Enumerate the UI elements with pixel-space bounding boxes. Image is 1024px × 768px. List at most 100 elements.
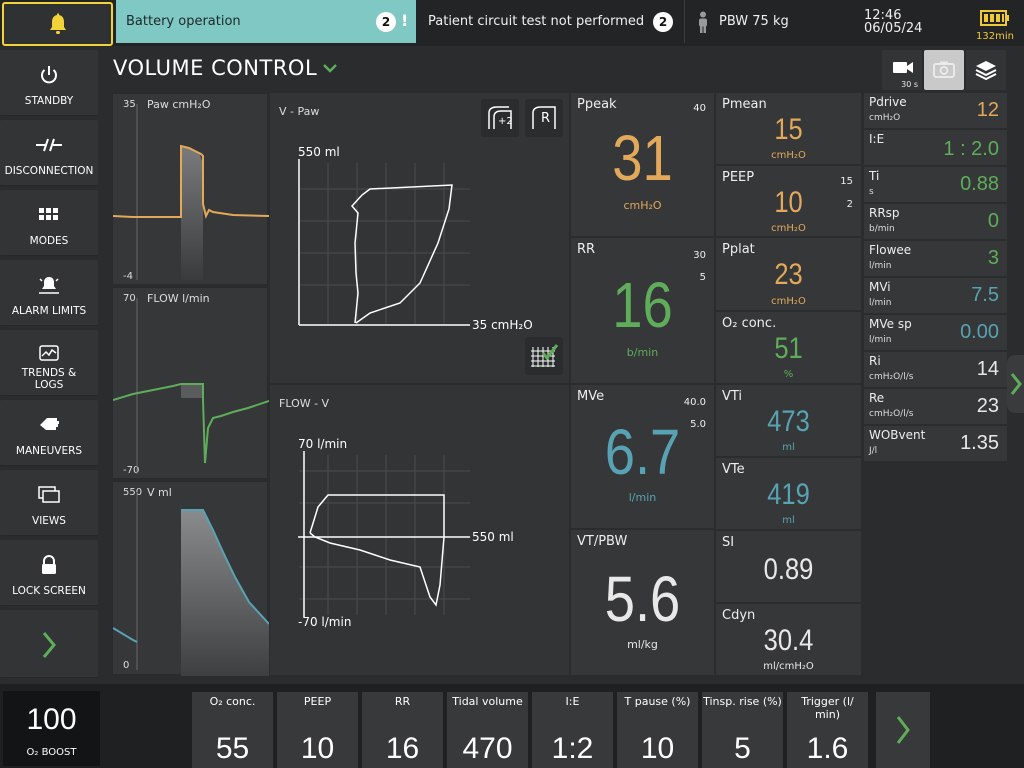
setting-peep[interactable]: PEEP 10 xyxy=(277,692,358,768)
setting-label: Trigger (l/ min) xyxy=(801,695,854,721)
setting-value: 16 xyxy=(385,732,420,765)
mve-tile[interactable]: MVe 40.0 5.0 6.7 l/min xyxy=(571,385,714,528)
pmean-tile[interactable]: Pmean 15 cmH₂O xyxy=(716,93,861,164)
small-tile-unit: l/min xyxy=(869,261,892,271)
alarm-silence-button[interactable] xyxy=(2,2,113,46)
grid-icon xyxy=(39,208,58,220)
o2-boost-button[interactable]: 100 O₂ BOOST xyxy=(3,691,100,766)
small-tile-ti[interactable]: Ti s 0.88 xyxy=(864,167,1007,202)
setting-tinsp-rise[interactable]: Tinsp. rise (%) 5 xyxy=(702,692,783,768)
small-tile-ri[interactable]: Ri cmH₂O/l/s 14 xyxy=(864,352,1007,387)
maneuvers-button[interactable]: MANEUVERS xyxy=(0,400,98,466)
volume-waveform[interactable]: 550 V ml 0 xyxy=(112,481,269,676)
right-panel-expand-button[interactable] xyxy=(1007,355,1024,413)
small-tile-value: 0 xyxy=(987,210,999,232)
paw-trace xyxy=(113,104,269,280)
logs-label: LOGS xyxy=(34,379,64,391)
small-tile-name: Ti xyxy=(869,169,880,183)
modes-button[interactable]: MODES xyxy=(0,190,98,256)
vti-name: VTi xyxy=(722,389,743,404)
setting-ie[interactable]: I:E 1:2 xyxy=(532,692,613,768)
small-tile-value: 0.88 xyxy=(960,173,999,195)
small-tile-flowee[interactable]: Flowee l/min 3 xyxy=(864,241,1007,276)
vti-unit: ml xyxy=(782,442,795,453)
disconnection-button[interactable]: DISCONNECTION xyxy=(0,120,98,186)
small-tile-unit: J/l xyxy=(869,446,878,456)
nav-more-button[interactable] xyxy=(0,610,98,678)
vte-value: 419 xyxy=(767,478,810,511)
trends-icon xyxy=(39,345,59,361)
lock-icon xyxy=(42,555,56,574)
setting-rr[interactable]: RR 16 xyxy=(362,692,443,768)
mve-value: 6.7 xyxy=(604,416,681,488)
setting-o2-conc[interactable]: O₂ conc. 55 xyxy=(192,692,273,768)
small-tile-mve-sp[interactable]: MVe sp l/min 0.00 xyxy=(864,315,1007,350)
snapshot-button[interactable] xyxy=(924,50,964,90)
lock-screen-label: LOCK SCREEN xyxy=(12,585,86,597)
alarm-limits-button[interactable]: ALARM LIMITS xyxy=(0,260,98,326)
vtpbw-value: 5.6 xyxy=(604,563,681,635)
mode-title[interactable]: VOLUME CONTROL xyxy=(113,56,317,80)
clock: 12:46 06/05/24 xyxy=(864,9,954,35)
paw-waveform[interactable]: 35 Paw cmH₂O -4 xyxy=(112,93,269,285)
trends-logs-button[interactable]: TRENDS & LOGS xyxy=(0,330,98,396)
peep-tile[interactable]: PEEP 15 2 10 cmH₂O xyxy=(716,166,861,236)
pplat-tile[interactable]: Pplat 23 cmH₂O xyxy=(716,238,861,310)
layers-button[interactable] xyxy=(966,50,1006,90)
mve-name: MVe xyxy=(577,389,605,404)
flow-waveform[interactable]: 70 FLOW l/min -70 xyxy=(112,287,269,479)
alarm-banner[interactable]: Battery operation 2 ! xyxy=(116,0,416,43)
o2-tile[interactable]: O₂ conc. 51 % xyxy=(716,312,861,383)
si-tile[interactable]: SI 0.89 xyxy=(716,531,861,602)
chevron-right-icon xyxy=(1010,373,1022,395)
rr-tile[interactable]: RR 30 5 16 b/min xyxy=(571,238,714,383)
small-tile-re[interactable]: Re cmH₂O/l/s 23 xyxy=(864,389,1007,424)
standby-button[interactable]: STANDBY xyxy=(0,50,98,116)
views-button[interactable]: VIEWS xyxy=(0,470,98,536)
small-tile-ie[interactable]: I:E 1 : 2.0 xyxy=(864,130,1007,165)
chevron-down-icon[interactable] xyxy=(322,62,338,74)
small-tile-mvi[interactable]: MVi l/min 7.5 xyxy=(864,278,1007,313)
setting-tidal-volume[interactable]: Tidal volume 470 xyxy=(447,692,528,768)
small-tile-unit: cmH₂O xyxy=(869,113,901,123)
setting-trigger[interactable]: Trigger (l/ min) 1.6 xyxy=(787,692,868,768)
setting-value: 10 xyxy=(300,732,335,765)
vte-unit: ml xyxy=(782,515,795,526)
settings-next-button[interactable] xyxy=(876,692,930,768)
battery-status: 132min xyxy=(976,10,1022,42)
setting-t-pause[interactable]: T pause (%) 10 xyxy=(617,692,698,768)
circuit-test-text: Patient circuit test not performed xyxy=(428,14,645,29)
vte-tile[interactable]: VTe 419 ml xyxy=(716,458,861,529)
small-tile-name: MVe sp xyxy=(869,317,912,331)
peep-unit: cmH₂O xyxy=(771,223,806,234)
cdyn-tile[interactable]: Cdyn 30.4 ml/cmH₂O xyxy=(716,604,861,675)
ppeak-value: 31 xyxy=(612,122,673,194)
si-name: SI xyxy=(722,535,735,550)
small-tile-pdrive[interactable]: Pdrive cmH₂O 12 xyxy=(864,93,1007,128)
bell-icon xyxy=(49,13,66,34)
alarm-message: Battery operation xyxy=(126,14,241,29)
pmean-value: 15 xyxy=(774,113,803,146)
small-tile-unit: l/min xyxy=(869,298,892,308)
vtpbw-name: VT/PBW xyxy=(577,534,628,549)
vti-tile[interactable]: VTi 473 ml xyxy=(716,385,861,456)
mve-unit: l/min xyxy=(628,491,657,504)
lock-screen-button[interactable]: LOCK SCREEN xyxy=(0,540,98,606)
pbw-text: PBW 75 kg xyxy=(719,14,789,29)
alarm-limits-label: ALARM LIMITS xyxy=(11,305,87,317)
ppeak-tile[interactable]: Ppeak 40 31 cmH₂O xyxy=(571,93,714,236)
grid-check-icon xyxy=(531,344,559,367)
record-button[interactable]: 30 s xyxy=(882,50,922,90)
rr-unit: b/min xyxy=(626,346,659,359)
circuit-test-message[interactable]: Patient circuit test not performed 2 xyxy=(428,0,683,43)
maneuvers-label: MANEUVERS xyxy=(15,445,83,457)
o2-name: O₂ conc. xyxy=(722,316,777,331)
patient-info[interactable]: PBW 75 kg xyxy=(684,0,849,43)
small-tile-rrsp[interactable]: RRsp b/min 0 xyxy=(864,204,1007,239)
vtpbw-tile[interactable]: VT/PBW 5.6 ml/kg xyxy=(571,530,714,675)
flow-v-loop-panel[interactable]: FLOW - V 70 l/min 550 ml -70 l/min xyxy=(270,385,569,675)
peep-value: 10 xyxy=(774,186,803,219)
grid-toggle-button[interactable] xyxy=(525,337,563,375)
small-tile-wobvent[interactable]: WOBvent J/l 1.35 xyxy=(864,426,1007,461)
v-paw-loop-panel[interactable]: V - Paw +2 R 550 ml 35 cmH₂O xyxy=(270,93,569,383)
